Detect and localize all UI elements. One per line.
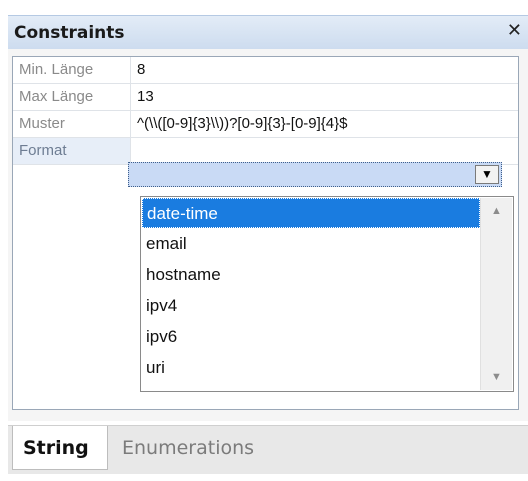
- tab-string[interactable]: String: [12, 426, 108, 470]
- scroll-up-icon[interactable]: ▲: [481, 200, 512, 222]
- panel-titlebar: Constraints ✕: [8, 15, 528, 50]
- scroll-down-icon[interactable]: ▼: [481, 366, 512, 388]
- dropdown-option-ipv6[interactable]: ipv6: [142, 322, 480, 352]
- property-row-min-length[interactable]: Min. Länge 8: [13, 57, 518, 84]
- dropdown-option-uri[interactable]: uri: [142, 353, 480, 383]
- dropdown-scrollbar[interactable]: ▲ ▼: [480, 198, 512, 390]
- chevron-down-icon[interactable]: ▼: [475, 165, 499, 184]
- property-value[interactable]: 8: [137, 57, 145, 83]
- constraints-panel: Constraints ✕ Min. Länge 8 Max Länge 13 …: [0, 0, 528, 481]
- property-value[interactable]: ^(\\([0-9]{3}\\))?[0-9]{3}-[0-9]{4}$: [137, 111, 348, 137]
- property-value[interactable]: 13: [137, 84, 154, 110]
- tab-enumerations[interactable]: Enumerations: [112, 426, 264, 470]
- format-dropdown-list[interactable]: date-time email hostname ipv4 ipv6 uri ▲…: [140, 196, 514, 392]
- format-combobox[interactable]: ▼: [128, 162, 502, 187]
- property-row-max-length[interactable]: Max Länge 13: [13, 84, 518, 111]
- property-label: Max Länge: [13, 84, 131, 110]
- property-label: Format: [13, 138, 131, 164]
- tab-bar: String Enumerations: [8, 425, 528, 474]
- property-row-pattern[interactable]: Muster ^(\\([0-9]{3}\\))?[0-9]{3}-[0-9]{…: [13, 111, 518, 138]
- dropdown-option-hostname[interactable]: hostname: [142, 260, 480, 290]
- property-row-format[interactable]: Format: [13, 138, 518, 165]
- dropdown-option-date-time[interactable]: date-time: [142, 198, 480, 228]
- panel-title: Constraints: [14, 23, 125, 43]
- property-label: Muster: [13, 111, 131, 137]
- dropdown-option-ipv4[interactable]: ipv4: [142, 291, 480, 321]
- close-icon[interactable]: ✕: [507, 21, 522, 41]
- property-label: Min. Länge: [13, 57, 131, 83]
- dropdown-option-email[interactable]: email: [142, 229, 480, 259]
